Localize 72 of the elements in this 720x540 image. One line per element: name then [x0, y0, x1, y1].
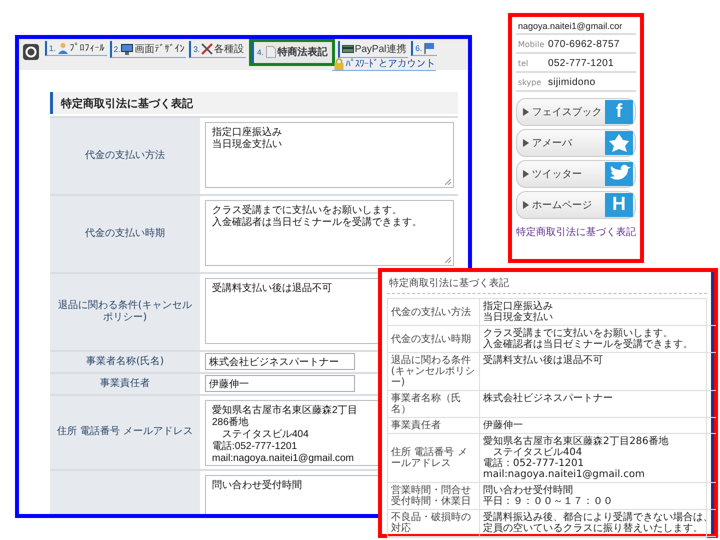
- play-icon: [523, 139, 529, 147]
- table-cell: 住所 電話番号 メールアドレス: [388, 434, 480, 483]
- card-icon: [342, 43, 354, 55]
- contact-label: tel: [518, 59, 530, 68]
- cell-text: 問い合わせ受付時間: [483, 485, 574, 496]
- cell-text: ステイタスビル404: [493, 447, 584, 458]
- field-label: 事業責任者: [100, 378, 150, 390]
- play-icon: [523, 170, 529, 178]
- letter-icon: H: [605, 193, 633, 217]
- tab[interactable]: 2. 画面ﾃﾞｻﾞｲﾝ: [110, 41, 186, 58]
- cell-text: 受講料支払い後は退品不可: [483, 355, 604, 366]
- input-field[interactable]: 株式会社ビジネスパートナー: [205, 353, 355, 370]
- contact-value: sijimidono: [548, 77, 596, 88]
- social-button[interactable]: フェイスブック f: [516, 98, 636, 126]
- letter-icon: f: [605, 100, 633, 124]
- tab[interactable]: ﾊﾟｽﾜｰﾄﾞとアカウント: [332, 58, 436, 71]
- cell-text: 指定口座振込み: [483, 301, 554, 312]
- field-label: 住所 電話番号 メールアドレス: [56, 426, 194, 439]
- flag-icon: [423, 42, 436, 54]
- monitor-icon: [121, 43, 134, 55]
- resize-grip-icon: [445, 257, 451, 263]
- text-area[interactable]: 指定口座振込み 当日現金支払い: [205, 122, 454, 188]
- contact-label: Mobile: [518, 40, 544, 49]
- ring-icon: [23, 44, 39, 60]
- field-label: 代金の支払い方法: [85, 150, 165, 162]
- lock-icon: [332, 58, 345, 70]
- preview-title: 特定商取引法に基づく表記: [387, 275, 707, 294]
- input-field[interactable]: 伊藤伸一: [205, 375, 355, 392]
- cell-text: 定員の空いているクラスに振り替えいたします。: [483, 523, 704, 534]
- section-title: 特定商取引法に基づく表記: [50, 92, 458, 114]
- contact-value: 070-6962-8757: [548, 39, 620, 50]
- text-area[interactable]: クラス受講までに支払いをお願いします。 入金確認者は当日ゼミナールを受講できます。: [205, 200, 454, 266]
- tab[interactable]: 1. ﾌﾟﾛﾌｨｰﾙ: [45, 41, 107, 56]
- tab[interactable]: PayPal連携: [338, 41, 408, 58]
- cell-text: 電話：052-777-1201: [483, 458, 585, 469]
- social-button[interactable]: ツイッター: [516, 160, 636, 188]
- tab[interactable]: 3. 各種設: [189, 41, 246, 58]
- cell-text: mail:nagoya.naitei1@gmail.com: [483, 469, 646, 480]
- resize-grip-icon: [445, 179, 451, 185]
- cell-text: 伊藤伸一: [483, 420, 524, 431]
- table-cell: 不良品・破損時の対応: [388, 510, 480, 537]
- contact-label: skype: [518, 78, 542, 87]
- table-cell: 代金の支払い方法: [388, 299, 480, 326]
- social-button[interactable]: アメーバ: [516, 129, 636, 157]
- table-cell: 代金の支払い時期: [388, 326, 480, 353]
- table-cell: 事業責任者: [388, 418, 480, 434]
- contact-value: nagoya.naitei1@gmail.cor: [518, 21, 622, 31]
- field-label: 代金の支払い時期: [85, 228, 165, 240]
- table-cell: 事業者名称（氏名）: [388, 391, 480, 418]
- person-icon: [56, 42, 69, 54]
- field-label: 退品に関わる条件(キャンセルポリシー): [57, 300, 193, 324]
- field-label: 事業者名称(氏名): [86, 356, 164, 368]
- star-figure-icon: [605, 131, 633, 155]
- tools-icon: [201, 43, 214, 55]
- law-link[interactable]: 特定商取引法に基づく表記: [516, 225, 636, 239]
- tab[interactable]: 6.: [411, 41, 438, 56]
- social-button[interactable]: ホームページ H: [516, 191, 636, 219]
- cell-text: 平日：９：００～１７：００: [483, 496, 614, 507]
- cell-text: 愛知県名古屋市名東区藤森2丁目286番地: [483, 436, 670, 447]
- contact-value: 052-777-1201: [548, 58, 614, 69]
- tab[interactable]: 4. 特商法表記: [249, 39, 335, 66]
- play-icon: [523, 108, 529, 116]
- cell-text: クラス受講までに支払いをお願いします。: [483, 328, 674, 339]
- document-icon: [264, 46, 277, 58]
- cell-text: 入金確認者は当日ゼミナールを受講できます。: [483, 339, 694, 350]
- table-cell: 営業時間・問合せ受付時間・休業日: [388, 483, 480, 510]
- cell-text: 株式会社ビジネスパートナー: [483, 393, 614, 404]
- cell-text: 受講料振込み後、都合により受講できない場合は、: [483, 512, 713, 523]
- table-cell: 退品に関わる条件(キャンセルポリシー): [388, 353, 480, 391]
- cell-text: 当日現金支払い: [483, 312, 554, 323]
- bird-icon: [605, 162, 633, 186]
- play-icon: [523, 201, 529, 209]
